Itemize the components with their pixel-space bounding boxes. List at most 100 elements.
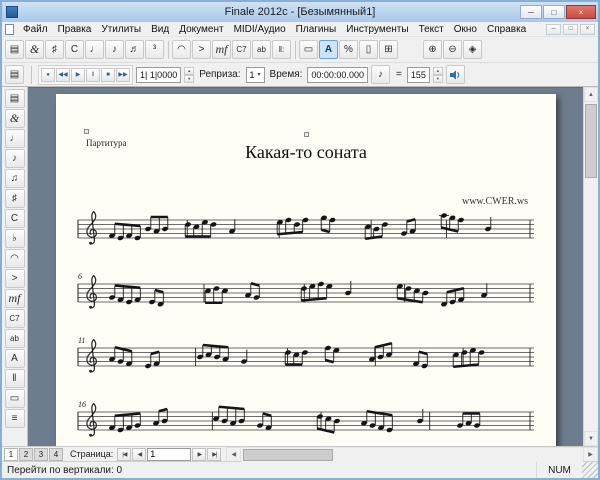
forward-button[interactable]: ▶▶ [116, 68, 130, 82]
smart-shape-tool[interactable]: ◠ [172, 40, 191, 59]
page-tab-3[interactable]: 3 [34, 448, 48, 461]
menu-item[interactable]: Утилиты [96, 22, 146, 37]
rewind-button[interactable]: ◀◀ [56, 68, 70, 82]
selection-handle[interactable] [304, 132, 309, 137]
selection-tool[interactable]: ▭ [5, 389, 25, 408]
mirror-tool[interactable]: % [339, 40, 358, 59]
next-page-button[interactable]: ▶ [192, 448, 206, 461]
scroll-left-arrow[interactable]: ◀ [226, 447, 241, 462]
position-spinner[interactable]: ▲▼ [184, 67, 194, 83]
maximize-button[interactable]: □ [543, 5, 565, 19]
tempo-note-icon[interactable]: ♪ [371, 65, 390, 84]
page-layout-tool[interactable]: ▯ [359, 40, 378, 59]
child-close-button[interactable]: × [580, 24, 595, 35]
finale-window: Finale 2012c - [Безымянный1] ─ □ × ФайлП… [0, 0, 600, 480]
equals-label: = [396, 69, 402, 80]
clef-tool[interactable]: & [5, 109, 25, 128]
staff-svg [76, 270, 536, 322]
menu-item[interactable]: Файл [18, 22, 53, 37]
hand-grabber-tool[interactable]: ◈ [463, 40, 482, 59]
note-entry-tool[interactable]: ♩ [5, 129, 25, 148]
time-signature-tool[interactable]: C [65, 40, 84, 59]
vertical-scroll-thumb[interactable] [585, 104, 597, 178]
menu-item[interactable]: Текст [414, 22, 449, 37]
play-button[interactable]: ▶ [71, 68, 85, 82]
tuplet-tool[interactable]: ³ [145, 40, 164, 59]
tempo-field[interactable]: 155 [407, 67, 430, 83]
smart-shape-tool[interactable]: ◠ [5, 249, 25, 268]
expression-tool[interactable]: mf [212, 40, 231, 59]
lyrics-tool[interactable]: ab [5, 329, 25, 348]
hyperscribe-tool[interactable]: ♫ [5, 169, 25, 188]
key-signature-tool[interactable]: ♯ [5, 189, 25, 208]
playback-position-field[interactable]: 1| 1|0000 [136, 67, 181, 83]
scroll-up-arrow[interactable]: ▲ [584, 87, 598, 102]
time-signature-tool[interactable]: C [5, 209, 25, 228]
prev-page-button[interactable]: ◀ [132, 448, 146, 461]
page-tab-4[interactable]: 4 [49, 448, 63, 461]
reprise-dropdown[interactable]: 1 ▾ [246, 67, 265, 83]
tempo-spinner[interactable]: ▲▼ [433, 67, 443, 83]
menu-item[interactable]: Документ [174, 22, 228, 37]
minimize-button[interactable]: ─ [520, 5, 542, 19]
page-tab-1[interactable]: 1 [4, 448, 18, 461]
special-tools[interactable]: ≡ [5, 409, 25, 428]
menu-item[interactable]: Справка [482, 22, 531, 37]
menu-item[interactable]: MIDI/Аудио [229, 22, 291, 37]
child-restore-button[interactable]: □ [563, 24, 578, 35]
repeat-tool[interactable]: ‖: [272, 40, 291, 59]
vertical-scrollbar[interactable]: ▲ ▼ [583, 87, 598, 446]
resize-tool[interactable]: ⊞ [379, 40, 398, 59]
first-page-button[interactable]: |◀ [117, 448, 131, 461]
horizontal-scroll-track[interactable] [241, 447, 583, 462]
score-page[interactable]: Партитура Какая-то соната www.CWER.ws 61… [56, 94, 556, 446]
speedy-entry-tool[interactable]: ♪ [105, 40, 124, 59]
page-nav-right: ▶▶| [192, 448, 221, 461]
menu-item[interactable]: Вид [146, 22, 174, 37]
repeat-tool[interactable]: ‖ [5, 369, 25, 388]
key-signature-tool[interactable]: ♯ [45, 40, 64, 59]
text-tool[interactable]: A [5, 349, 25, 368]
scroll-down-arrow[interactable]: ▼ [584, 431, 598, 446]
selection-handle[interactable] [84, 129, 89, 134]
articulation-tool[interactable]: > [192, 40, 211, 59]
close-button[interactable]: × [566, 5, 596, 19]
selection-tool[interactable]: ▭ [299, 40, 318, 59]
speedy-entry-tool[interactable]: ♪ [5, 149, 25, 168]
scroll-right-arrow[interactable]: ▶ [583, 447, 598, 462]
horizontal-scrollbar[interactable]: ◀ ▶ [226, 447, 598, 462]
pause-button[interactable]: ‖ [86, 68, 100, 82]
page-number-input[interactable] [147, 448, 191, 461]
tool-palette: ▤&♩♪♫♯C♭◠>mfC7abA‖▭≡ [2, 87, 28, 446]
menu-item[interactable]: Правка [53, 22, 97, 37]
expression-tool[interactable]: mf [5, 289, 25, 308]
score-canvas[interactable]: Партитура Какая-то соната www.CWER.ws 61… [28, 87, 583, 446]
horizontal-scroll-thumb[interactable] [243, 449, 333, 461]
resize-grip[interactable] [582, 462, 598, 478]
clef-tool[interactable]: & [25, 40, 44, 59]
zoom-in-tool[interactable]: ⊕ [423, 40, 442, 59]
record-button[interactable]: ● [41, 68, 55, 82]
stop-button[interactable]: ■ [101, 68, 115, 82]
hyperscribe-tool[interactable]: ♬ [125, 40, 144, 59]
simple-entry-tool[interactable]: ♩ [85, 40, 104, 59]
text-tool[interactable]: A [319, 40, 338, 59]
staff-tool[interactable]: ▤ [5, 40, 24, 59]
page-tab-2[interactable]: 2 [19, 448, 33, 461]
chord-tool[interactable]: C7 [5, 309, 25, 328]
reprise-label: Реприза: [199, 69, 240, 80]
menu-item[interactable]: Окно [449, 22, 482, 37]
accidental-tool[interactable]: ♭ [5, 229, 25, 248]
staff-tool[interactable]: ▤ [5, 89, 25, 108]
speaker-button[interactable] [446, 65, 465, 84]
last-page-button[interactable]: ▶| [207, 448, 221, 461]
articulation-tool[interactable]: > [5, 269, 25, 288]
child-minimize-button[interactable]: ─ [546, 24, 561, 35]
chord-tool[interactable]: C7 [232, 40, 251, 59]
zoom-out-tool[interactable]: ⊖ [443, 40, 462, 59]
lyrics-tool[interactable]: ab [252, 40, 271, 59]
menu-item[interactable]: Плагины [291, 22, 342, 37]
page-view-button[interactable]: ▤ [5, 65, 24, 84]
menu-item[interactable]: Инструменты [341, 22, 413, 37]
vertical-scroll-track[interactable] [584, 102, 598, 431]
